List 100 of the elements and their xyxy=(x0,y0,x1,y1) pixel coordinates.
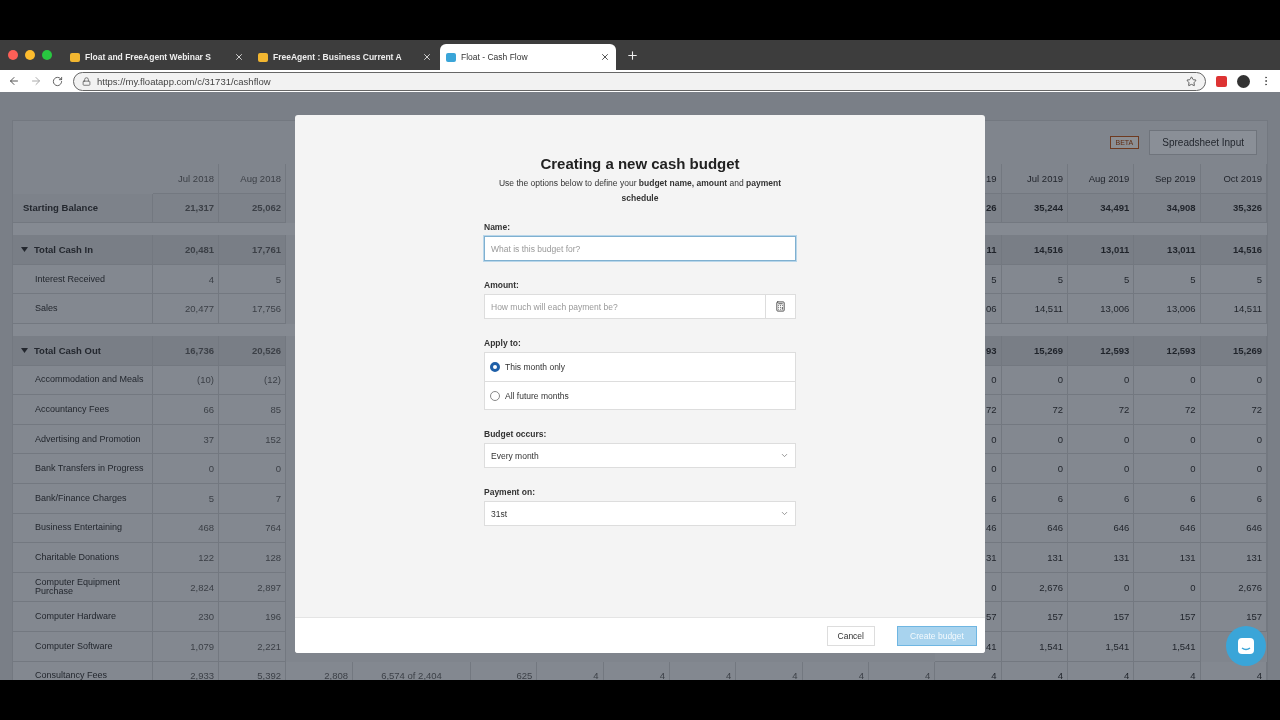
table-cell: 2,221 xyxy=(219,631,286,662)
table-cell: 13,011 xyxy=(1068,235,1135,265)
table-cell: 0 xyxy=(1068,365,1135,396)
chat-icon xyxy=(1237,637,1255,655)
close-icon[interactable] xyxy=(422,52,432,62)
table-cell: 5 xyxy=(1200,264,1267,295)
extension-icon[interactable] xyxy=(1216,75,1227,87)
row-label: Interest Received xyxy=(35,274,106,284)
table-cell: 66 xyxy=(153,395,219,425)
table-cell: 13,006 xyxy=(1068,294,1135,324)
table-cell: 17,761 xyxy=(219,235,286,265)
dropdown[interactable]: 31st xyxy=(484,501,796,526)
column-header: Sep 2019 xyxy=(1134,164,1201,194)
browser-tab[interactable]: Float and FreeAgent Webinar S xyxy=(64,44,250,70)
table-cell: 6 xyxy=(1200,483,1267,514)
table-cell: 14,511 xyxy=(1200,294,1267,324)
radio-button[interactable] xyxy=(490,390,500,401)
table-cell: 15,269 xyxy=(1200,335,1267,366)
spreadsheet-input-button[interactable]: Spreadsheet Input xyxy=(1149,130,1257,155)
table-cell: 0 xyxy=(153,454,219,484)
browser-tab[interactable]: Float - Cash Flow xyxy=(440,44,616,70)
table-cell: 14,516 xyxy=(1001,235,1068,265)
table-cell: (10) xyxy=(153,365,219,396)
table-cell: 131 xyxy=(1200,543,1267,573)
table-cell: 1,079 xyxy=(153,631,219,662)
row-label: Advertising and Promotion xyxy=(35,434,141,444)
row-label: Starting Balance xyxy=(23,203,98,213)
column-header: Aug 2018 xyxy=(219,164,286,194)
radio-label: This month only xyxy=(505,362,565,372)
table-cell: 157 xyxy=(1134,602,1201,632)
column-header: Jul 2018 xyxy=(153,164,219,194)
row-label: Bank Transfers in Progress xyxy=(35,464,144,474)
table-cell: 0 xyxy=(1134,424,1201,455)
table-cell: 646 xyxy=(1068,513,1135,544)
close-window-icon[interactable] xyxy=(8,50,18,60)
table-cell: (12) xyxy=(219,365,286,396)
row-label: Computer Hardware xyxy=(35,612,117,622)
minimize-icon[interactable] xyxy=(25,50,35,60)
table-cell: 2,897 xyxy=(219,572,286,603)
table-cell: 35,326 xyxy=(1200,193,1267,224)
row-label: Accountancy Fees xyxy=(35,404,110,414)
table-cell: 0 xyxy=(1200,365,1267,396)
caret-icon[interactable] xyxy=(21,347,28,353)
table-cell: 16,736 xyxy=(153,335,219,366)
avatar-icon[interactable] xyxy=(1237,74,1250,88)
table-cell: 646 xyxy=(1200,513,1267,544)
table-cell: 12,593 xyxy=(1134,335,1201,366)
table-cell: 1,541 xyxy=(1068,631,1135,662)
table-cell: 157 xyxy=(1001,602,1068,632)
new-tab-icon[interactable] xyxy=(626,48,639,62)
column-header: Oct 2019 xyxy=(1200,164,1267,194)
row-label: Consultancy Fees xyxy=(35,671,108,680)
table-cell: 0 xyxy=(1200,424,1267,455)
table-cell: 157 xyxy=(1200,602,1267,632)
close-icon[interactable] xyxy=(600,52,610,62)
table-cell: 0 xyxy=(1134,454,1201,484)
star-icon[interactable] xyxy=(1186,75,1197,87)
field-label: Name: xyxy=(484,222,511,232)
table-cell: 34,908 xyxy=(1134,193,1201,224)
table-cell: 230 xyxy=(153,602,219,632)
dialog-subtitle: Use the options below to define your budget name, amount and payment schedule xyxy=(497,177,783,205)
table-cell: 0 xyxy=(1001,365,1068,396)
row-label: Total Cash Out xyxy=(34,345,101,355)
row-label: Sales xyxy=(35,304,58,314)
favicon-icon xyxy=(258,52,268,62)
table-cell: 128 xyxy=(219,543,286,573)
table-cell: 131 xyxy=(1068,543,1135,573)
dropdown[interactable]: Every month xyxy=(484,443,796,468)
table-cell: 152 xyxy=(219,424,286,455)
address-bar[interactable]: https://my.floatapp.com/c/31731/cashflow xyxy=(73,71,1206,91)
input-field[interactable]: What is this budget for? xyxy=(484,236,796,261)
caret-icon[interactable] xyxy=(21,247,28,252)
table-cell: 13,006 xyxy=(1134,294,1201,324)
reload-icon[interactable] xyxy=(52,75,63,87)
table-cell: 2,676 xyxy=(1001,572,1068,603)
radio-button[interactable] xyxy=(490,362,500,372)
table-cell: 5 xyxy=(1001,264,1068,295)
calculator-button[interactable] xyxy=(766,294,796,319)
table-cell: 646 xyxy=(1001,513,1068,544)
table-cell: 6 xyxy=(1068,483,1135,514)
table-cell: 15,269 xyxy=(1001,335,1068,366)
cancel-button[interactable]: Cancel xyxy=(826,625,875,646)
table-cell: 13,011 xyxy=(1134,235,1201,265)
table-cell: 34,491 xyxy=(1068,193,1135,224)
caret-icon xyxy=(780,451,789,460)
table-cell: 0 xyxy=(1068,454,1135,484)
table-cell: 25,062 xyxy=(219,193,286,224)
table-cell: 20,481 xyxy=(153,235,219,265)
table-cell: 4 xyxy=(153,264,219,295)
close-icon[interactable] xyxy=(234,52,244,62)
maximize-icon[interactable] xyxy=(42,50,52,60)
row-label: Computer Software xyxy=(35,641,113,651)
back-icon[interactable] xyxy=(8,75,20,87)
browser-tab[interactable]: FreeAgent : Business Current A xyxy=(252,44,438,70)
table-cell: 122 xyxy=(153,543,219,573)
table-cell: 0 xyxy=(1001,424,1068,455)
table-cell: 6 xyxy=(1134,483,1201,514)
favicon-icon xyxy=(446,52,456,62)
table-cell: 20,477 xyxy=(153,294,219,324)
table-cell: 0 xyxy=(1134,572,1201,603)
